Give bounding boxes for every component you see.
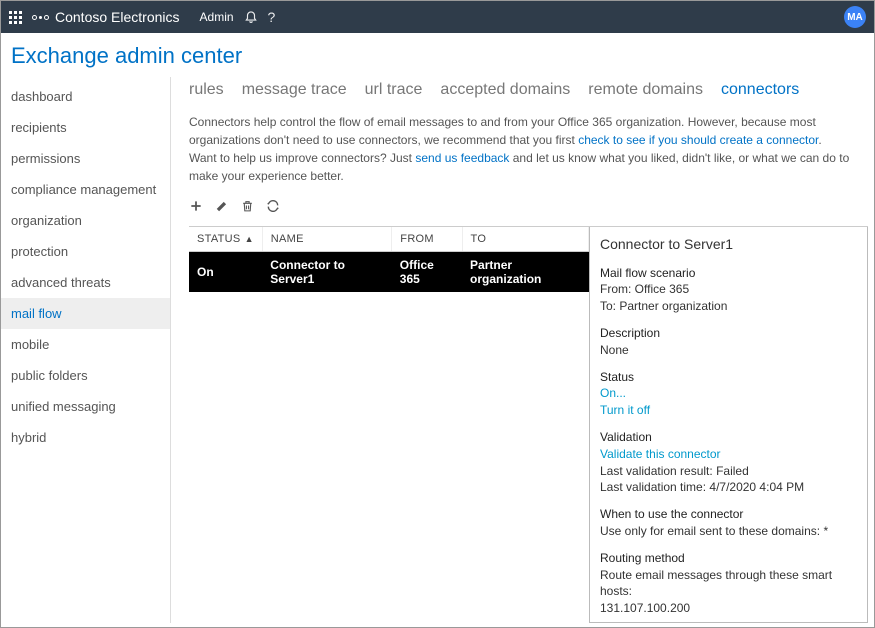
validation-label: Validation [600,429,857,446]
left-nav: dashboard recipients permissions complia… [1,77,171,623]
sidebar-item-mobile[interactable]: mobile [1,329,170,360]
whentouse-value: Use only for email sent to these domains… [600,523,857,540]
table-row[interactable]: On Connector to Server1 Office 365 Partn… [189,252,589,293]
page-title: Exchange admin center [1,33,874,77]
org-name-text: Contoso Electronics [55,9,180,25]
whentouse-label: When to use the connector [600,506,857,523]
sidebar-item-dashboard[interactable]: dashboard [1,81,170,112]
cell-name: Connector to Server1 [262,252,392,293]
app-launcher-icon[interactable] [9,11,22,24]
details-pane: Connector to Server1 Mail flow scenario … [589,227,868,623]
toolbar [189,199,868,218]
routing-label: Routing method [600,550,857,567]
scenario-from: From: Office 365 [600,281,857,298]
section-description: Description None [600,325,857,359]
sidebar-item-organization[interactable]: organization [1,205,170,236]
scenario-label: Mail flow scenario [600,265,857,282]
sort-asc-icon: ▲ [245,234,254,244]
cell-to: Partner organization [462,252,588,293]
link-send-feedback[interactable]: send us feedback [415,151,509,165]
section-status: Status On... Turn it off [600,369,857,419]
sidebar-item-recipients[interactable]: recipients [1,112,170,143]
sidebar-item-compliance[interactable]: compliance management [1,174,170,205]
validation-result: Last validation result: Failed [600,463,857,480]
col-name[interactable]: NAME [262,227,392,252]
section-whentouse: When to use the connector Use only for e… [600,506,857,540]
sidebar-item-unified-messaging[interactable]: unified messaging [1,391,170,422]
link-check-connector[interactable]: check to see if you should create a conn… [578,133,818,147]
validation-time: Last validation time: 4/7/2020 4:04 PM [600,479,857,496]
connectors-panel: STATUS▲ NAME FROM TO On Connector to Ser… [189,226,868,623]
routing-host: 131.107.100.200 [600,600,857,617]
cell-from: Office 365 [392,252,462,293]
global-header: Contoso Electronics Admin ? MA [1,1,874,33]
tab-rules[interactable]: rules [189,81,224,99]
help-2a: Want to help us improve connectors? Just [189,151,415,165]
add-button[interactable] [189,199,203,218]
tab-connectors[interactable]: connectors [721,81,799,99]
details-title: Connector to Server1 [600,235,857,255]
refresh-button[interactable] [266,199,280,218]
org-name: Contoso Electronics [32,9,180,25]
cell-status: On [189,252,262,293]
validate-link[interactable]: Validate this connector [600,447,721,461]
bell-icon[interactable] [244,9,258,26]
sidebar-item-hybrid[interactable]: hybrid [1,422,170,453]
turn-off-link[interactable]: Turn it off [600,403,650,417]
main-content: rules message trace url trace accepted d… [171,77,874,623]
status-label: Status [600,369,857,386]
sidebar-item-public-folders[interactable]: public folders [1,360,170,391]
tab-url-trace[interactable]: url trace [365,81,423,99]
delete-button[interactable] [241,199,254,218]
section-scenario: Mail flow scenario From: Office 365 To: … [600,265,857,315]
sidebar-item-protection[interactable]: protection [1,236,170,267]
role-label: Admin [200,10,234,24]
user-avatar[interactable]: MA [844,6,866,28]
sidebar-item-mail-flow[interactable]: mail flow [1,298,170,329]
tab-remote-domains[interactable]: remote domains [588,81,703,99]
connectors-table: STATUS▲ NAME FROM TO On Connector to Ser… [189,227,589,623]
col-to[interactable]: TO [462,227,588,252]
tabs-bar: rules message trace url trace accepted d… [189,81,868,99]
col-from[interactable]: FROM [392,227,462,252]
help-text: Connectors help control the flow of emai… [189,113,868,185]
org-logo-icon [32,15,49,20]
sidebar-item-advanced-threats[interactable]: advanced threats [1,267,170,298]
help-1b: . [818,133,821,147]
routing-desc: Route email messages through these smart… [600,567,857,601]
section-validation: Validation Validate this connector Last … [600,429,857,496]
help-icon[interactable]: ? [268,9,276,25]
description-label: Description [600,325,857,342]
edit-button[interactable] [215,199,229,218]
sidebar-item-permissions[interactable]: permissions [1,143,170,174]
col-status[interactable]: STATUS▲ [189,227,262,252]
section-routing: Routing method Route email messages thro… [600,550,857,617]
status-value-link[interactable]: On... [600,386,626,400]
tab-message-trace[interactable]: message trace [242,81,347,99]
tab-accepted-domains[interactable]: accepted domains [440,81,570,99]
description-value: None [600,342,857,359]
scenario-to: To: Partner organization [600,298,857,315]
